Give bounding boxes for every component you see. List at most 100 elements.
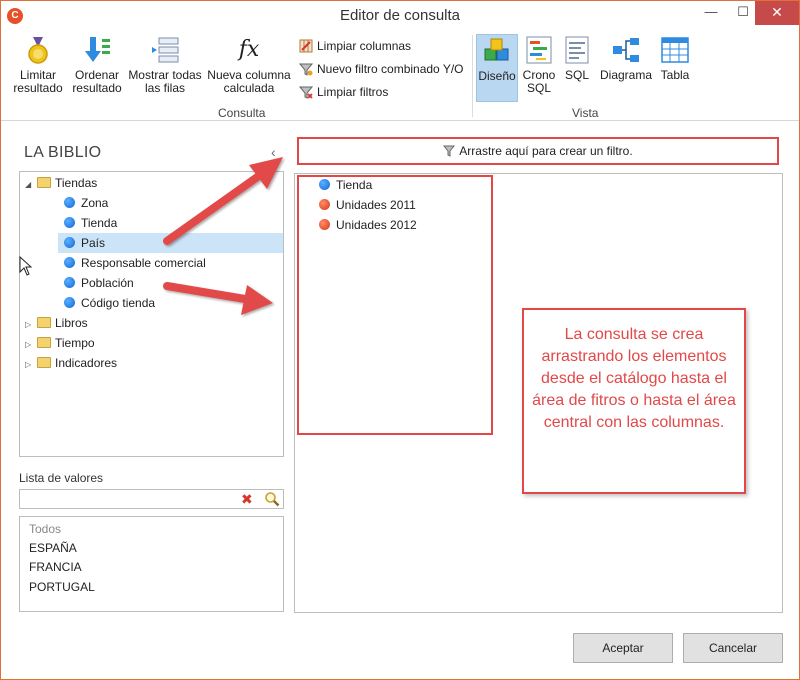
tree-folder-tiempo[interactable]: ▷ Tiempo	[25, 333, 95, 353]
funnel-icon	[443, 141, 456, 165]
folder-icon	[37, 317, 51, 328]
close-button[interactable]: ✕	[755, 1, 799, 25]
sort-result-label-2: resultado	[72, 81, 122, 95]
tree-label: Tiendas	[55, 176, 98, 190]
column-label: Unidades 2011	[336, 198, 416, 212]
funnel-icon	[298, 62, 314, 76]
sql-icon	[562, 35, 592, 65]
value-item-francia[interactable]: FRANCIA	[29, 560, 82, 574]
tree-folder-tiendas[interactable]: ◢ Tiendas	[25, 173, 97, 193]
column-item-unidades-2011[interactable]: Unidades 2011	[319, 195, 416, 215]
clear-search-icon[interactable]: ✖	[241, 491, 253, 508]
field-dimension-icon	[319, 179, 330, 190]
expander-icon[interactable]: ▷	[25, 315, 37, 335]
design-view-label: Diseño	[478, 69, 516, 83]
limit-result-button[interactable]: Limitar resultado	[11, 35, 65, 95]
tree-item-responsable-comercial[interactable]: Responsable comercial	[64, 253, 206, 273]
mouse-cursor-icon	[19, 255, 33, 276]
table-view-button[interactable]: Tabla	[657, 35, 693, 82]
clear-filter-icon	[298, 85, 314, 99]
tree-label: Población	[81, 276, 134, 290]
field-dimension-icon	[64, 197, 75, 208]
search-icon[interactable]	[264, 491, 280, 507]
tree-label: Libros	[55, 316, 88, 330]
field-dimension-icon	[64, 277, 75, 288]
tree-label: Tiempo	[55, 336, 95, 350]
accept-button[interactable]: Aceptar	[573, 633, 673, 663]
tree-item-tienda[interactable]: Tienda	[64, 213, 117, 233]
catalog-tree: ◢ Tiendas Zona Tienda País Responsable co…	[19, 171, 284, 457]
vista-group-label: Vista	[572, 106, 599, 120]
tree-folder-indicadores[interactable]: ▷ Indicadores	[25, 353, 117, 373]
tree-label: Código tienda	[81, 296, 156, 310]
consulta-group-label: Consulta	[218, 106, 266, 120]
query-editor-window: C Editor de consulta — ☐ ✕ Limitar resul…	[0, 0, 800, 680]
chrono-sql-icon	[524, 35, 554, 65]
limit-result-label-1: Limitar	[19, 68, 56, 82]
cancel-button[interactable]: Cancelar	[683, 633, 783, 663]
catalog-title: LA BIBLIO	[24, 144, 102, 161]
field-measure-icon	[319, 219, 330, 230]
value-item-portugal[interactable]: PORTUGAL	[29, 580, 95, 594]
sort-result-button[interactable]: Ordenar resultado	[69, 35, 125, 95]
new-column-label-1: Nueva columna	[207, 68, 291, 82]
show-all-rows-label-2: las filas	[144, 81, 185, 95]
value-item-espana[interactable]: ESPAÑA	[29, 541, 77, 555]
values-list: Todos ESPAÑA FRANCIA PORTUGAL	[19, 516, 284, 612]
expander-icon[interactable]: ▷	[25, 335, 37, 355]
column-item-tienda[interactable]: Tienda	[319, 175, 372, 195]
diagram-view-button[interactable]: Diagrama	[598, 35, 654, 82]
window-title: Editor de consulta	[339, 7, 461, 24]
chrono-sql-label-1: Crono	[522, 68, 556, 82]
minimize-button[interactable]: —	[695, 1, 727, 25]
show-rows-icon	[150, 35, 180, 65]
column-item-unidades-2012[interactable]: Unidades 2012	[319, 215, 417, 235]
field-dimension-icon	[64, 257, 75, 268]
field-dimension-icon	[64, 237, 75, 248]
chrono-sql-label-2: SQL	[526, 81, 551, 95]
folder-icon	[37, 357, 51, 368]
column-label: Unidades 2012	[336, 218, 417, 232]
show-all-rows-label-1: Mostrar todas	[128, 68, 202, 82]
tree-label: Indicadores	[55, 356, 118, 370]
chrono-sql-button[interactable]: Crono SQL	[521, 35, 557, 95]
clear-columns-icon	[299, 39, 313, 53]
show-all-rows-button[interactable]: Mostrar todas las filas	[126, 35, 204, 95]
new-combined-filter-label: Nuevo filtro combinado Y/O	[317, 62, 464, 76]
clear-filters-label: Limpiar filtros	[317, 85, 389, 99]
field-dimension-icon	[64, 297, 75, 308]
design-view-button[interactable]: Diseño	[476, 34, 518, 102]
tree-item-codigo-tienda[interactable]: Código tienda	[64, 293, 155, 313]
tree-item-zona[interactable]: Zona	[64, 193, 108, 213]
limit-result-label-2: resultado	[13, 81, 63, 95]
folder-icon	[37, 177, 51, 188]
tree-item-poblacion[interactable]: Población	[64, 273, 134, 293]
column-label: Tienda	[336, 178, 373, 192]
diagram-view-label: Diagrama	[599, 68, 653, 82]
field-dimension-icon	[64, 217, 75, 228]
title-bar: C Editor de consulta — ☐ ✕	[1, 1, 799, 31]
tree-label: País	[81, 236, 106, 250]
new-calculated-column-button[interactable]: fx Nueva columna calculada	[206, 35, 292, 95]
clear-columns-command[interactable]: Limpiar columnas	[299, 37, 411, 55]
expander-icon[interactable]: ▷	[25, 355, 37, 375]
value-item-todos[interactable]: Todos	[29, 522, 61, 536]
clear-filters-command[interactable]: Limpiar filtros	[298, 83, 389, 101]
field-measure-icon	[319, 199, 330, 210]
expander-icon[interactable]: ◢	[25, 175, 37, 195]
sql-view-button[interactable]: SQL	[561, 35, 593, 82]
tree-label: Tienda	[81, 216, 118, 230]
new-combined-filter-command[interactable]: Nuevo filtro combinado Y/O	[298, 60, 464, 78]
cubes-icon	[482, 36, 512, 66]
filter-drop-area[interactable]: Arrastre aquí para crear un filtro.	[297, 137, 779, 165]
collapse-panel-icon[interactable]: ‹	[271, 144, 276, 160]
clear-columns-label: Limpiar columnas	[317, 39, 412, 53]
ribbon-separator	[472, 35, 473, 117]
ribbon: Limitar resultado Ordenar resultado Most…	[1, 31, 799, 121]
tree-label: Zona	[81, 196, 109, 210]
tree-folder-libros[interactable]: ▷ Libros	[25, 313, 88, 333]
sort-result-label-1: Ordenar	[74, 68, 120, 82]
folder-icon	[37, 337, 51, 348]
table-view-label: Tabla	[660, 68, 690, 82]
tree-item-pais[interactable]: País	[58, 233, 283, 253]
